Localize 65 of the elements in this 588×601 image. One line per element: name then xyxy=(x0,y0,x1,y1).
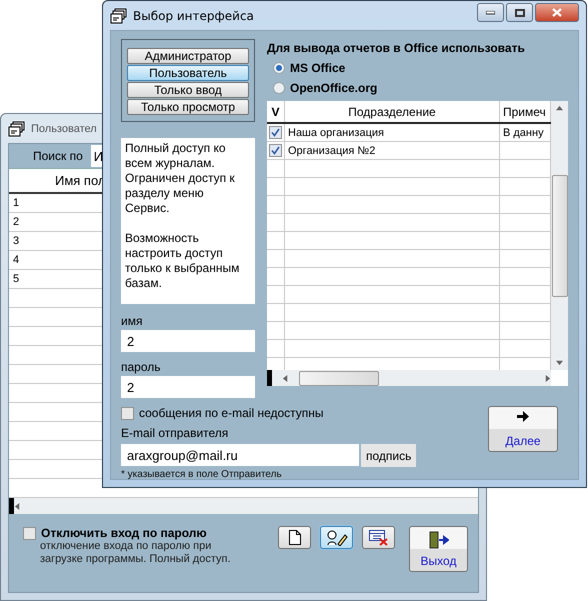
password-field[interactable]: 2 xyxy=(121,376,255,398)
right-arrow-icon xyxy=(517,411,529,422)
role-button[interactable]: Только просмотр xyxy=(127,99,249,115)
window-title: Пользовател xyxy=(31,122,97,134)
table-cell: Наша организация xyxy=(285,124,500,141)
description-text: Возможность настроить доступ только к выбранным базам. xyxy=(125,231,240,291)
role-button[interactable]: Администратор xyxy=(127,48,249,64)
checkbox[interactable] xyxy=(269,144,282,157)
exit-button[interactable]: Выход xyxy=(409,526,468,572)
checkbox-description: отключение входа по паролю при загрузке программы. Полный доступ. xyxy=(39,540,232,566)
radio-button[interactable] xyxy=(273,62,285,74)
card-stack-icon xyxy=(8,120,26,136)
role-button[interactable]: Пользователь xyxy=(127,65,249,81)
description-text: Полный доступ ко всем журналам. Ограничен доступ к разделу меню Сервис. xyxy=(125,141,236,216)
table-cell: 3 xyxy=(13,235,20,247)
horizontal-scrollbar[interactable] xyxy=(267,370,551,386)
close-button[interactable] xyxy=(535,3,579,22)
email-field[interactable]: araxgroup@mail.ru xyxy=(121,444,359,466)
signature-button[interactable]: подпись xyxy=(361,444,416,467)
maximize-icon xyxy=(514,8,524,16)
radio-button[interactable] xyxy=(273,82,285,94)
scroll-right-icon[interactable] xyxy=(544,374,551,382)
horizontal-scrollbar[interactable] xyxy=(9,498,478,514)
vertical-scrollbar[interactable] xyxy=(551,101,568,370)
radio-label: OpenOffice.org xyxy=(290,81,378,95)
checkbox[interactable] xyxy=(23,526,36,540)
edit-tool-button[interactable] xyxy=(320,526,353,549)
search-label: Поиск по xyxy=(33,149,83,163)
table-cell: 4 xyxy=(13,254,20,266)
column-header: V xyxy=(267,101,285,122)
checkbox-label: Отключить вход по паролю xyxy=(41,526,207,540)
search-field[interactable]: И xyxy=(90,145,103,167)
table-cell: 1 xyxy=(13,197,20,209)
card-stack-icon xyxy=(110,8,128,24)
table-cell: 5 xyxy=(13,273,20,285)
table-delete-icon xyxy=(368,530,388,546)
field-label: пароль xyxy=(121,360,162,374)
scroll-up-icon[interactable] xyxy=(556,105,563,112)
next-button[interactable]: Далее xyxy=(488,406,558,452)
table-cell: Организация №2 xyxy=(285,142,500,159)
maximize-button[interactable] xyxy=(506,3,533,22)
scroll-left-icon[interactable] xyxy=(282,374,289,382)
window-title: Выбор интерфейса xyxy=(133,8,254,22)
minimize-icon xyxy=(486,10,495,14)
user-pencil-icon xyxy=(326,530,348,546)
checkbox[interactable] xyxy=(121,406,134,420)
new-tool-button[interactable] xyxy=(278,526,311,549)
close-icon xyxy=(552,8,562,17)
name-field[interactable]: 2 xyxy=(121,330,255,352)
field-label: E-mail отправителя xyxy=(121,426,230,440)
scroll-left-icon[interactable] xyxy=(14,502,21,510)
radio-label: MS Office xyxy=(290,61,346,75)
field-note: * указывается в поле Отправитель xyxy=(121,469,283,480)
minimize-button[interactable] xyxy=(477,3,504,22)
door-icon xyxy=(428,531,448,549)
delete-tool-button[interactable] xyxy=(362,526,395,549)
checkbox[interactable] xyxy=(269,126,282,139)
section-heading: Для вывода отчетов в Office использовать xyxy=(267,41,526,55)
table-cell: 2 xyxy=(13,216,20,228)
field-label: имя xyxy=(121,314,144,328)
scroll-down-icon[interactable] xyxy=(556,359,563,366)
role-button[interactable]: Только ввод xyxy=(127,82,249,98)
column-header: Подразделение xyxy=(285,101,500,122)
blank-page-icon xyxy=(288,530,300,545)
checkbox-label: сообщения по e-mail недоступны xyxy=(139,406,324,420)
